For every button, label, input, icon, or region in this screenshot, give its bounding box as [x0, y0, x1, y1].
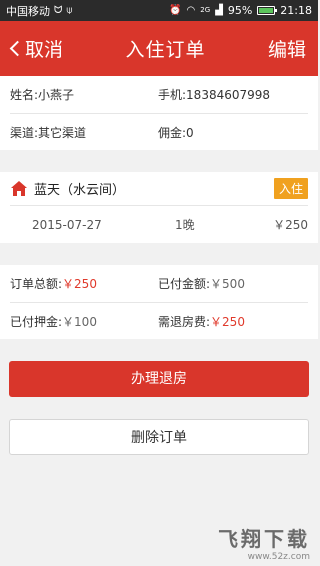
guest-info-row: 渠道:其它渠道 佣金:0: [10, 113, 308, 150]
paid-deposit: 已付押金:￥100: [10, 313, 158, 330]
battery-icon: [257, 6, 278, 15]
paid-amount-value: ￥500: [210, 277, 245, 291]
clock: 21:18: [280, 4, 312, 17]
paid-deposit-value: ￥100: [62, 314, 97, 329]
house-icon: [11, 181, 27, 196]
watermark: 飞翔下载 www.52z.com: [218, 523, 310, 562]
paid-deposit-label: 已付押金:: [10, 314, 63, 329]
paid-amount: 已付金额:￥500: [158, 275, 308, 292]
payment-row: 订单总额:￥250 已付金额:￥500: [10, 265, 308, 302]
page-title: 入住订单: [125, 39, 206, 61]
watermark-url: www.52z.com: [247, 552, 310, 562]
refund-fee-label: 需退房费:: [158, 314, 211, 329]
guest-channel: 渠道:其它渠道: [10, 125, 87, 140]
guest-commission: 佣金:0: [158, 125, 194, 140]
refund-fee-value: ￥250: [210, 314, 245, 329]
delete-order-button[interactable]: 删除订单: [9, 419, 309, 455]
checkout-button[interactable]: 办理退房: [9, 361, 309, 397]
edit-button[interactable]: 编辑: [268, 35, 310, 62]
room-card[interactable]: 蓝天（水云间） 入住 2015-07-27 1晚 ￥250: [0, 172, 318, 243]
paid-amount-label: 已付金额:: [158, 277, 211, 291]
guest-info-card: 姓名:小燕子 手机:18384607998 渠道:其它渠道 佣金:0: [0, 76, 318, 150]
stay-nights: 1晚: [175, 218, 195, 232]
battery-percent: 95%: [227, 4, 253, 17]
status-badge: 入住: [273, 178, 308, 199]
order-total: 订单总额:￥250: [10, 275, 158, 292]
watermark-title: 飞翔下载: [218, 527, 310, 551]
wifi-icon: ◠: [186, 4, 196, 16]
cancel-button[interactable]: 取消: [8, 35, 63, 62]
nav-bar: 取消 入住订单 编辑: [0, 21, 318, 76]
cancel-label: 取消: [25, 39, 64, 61]
network-type-label: 2G: [200, 6, 211, 14]
signal-icon: ▟: [215, 4, 223, 16]
guest-info-row: 姓名:小燕子 手机:18384607998: [10, 76, 308, 113]
order-total-label: 订单总额:: [10, 277, 63, 291]
payment-card: 订单总额:￥250 已付金额:￥500 已付押金:￥100 需退房费:￥250: [0, 265, 318, 339]
alarm-icon: ⏰: [169, 4, 182, 16]
chevron-left-icon: [9, 40, 26, 57]
refund-fee: 需退房费:￥250: [158, 313, 308, 330]
room-stay-row: 2015-07-27 1晚 ￥250: [10, 206, 308, 243]
status-bar: 中国移动 ᗢ ⍦ ⏰ ◠ 2G ▟ 95% 21:18: [0, 0, 318, 21]
room-header: 蓝天（水云间） 入住: [10, 172, 308, 206]
stay-price: ￥250: [273, 218, 308, 232]
guest-phone: 手机:18384607998: [158, 88, 271, 102]
usb-icon: ⍦: [66, 4, 73, 16]
stay-date: 2015-07-27: [32, 217, 102, 232]
room-name: 蓝天（水云间）: [34, 183, 126, 198]
cat-icon: ᗢ: [54, 4, 63, 16]
carrier-label: 中国移动: [6, 4, 50, 18]
order-total-value: ￥250: [62, 277, 97, 291]
guest-name: 姓名:小燕子: [10, 88, 75, 102]
payment-row: 已付押金:￥100 需退房费:￥250: [10, 302, 308, 339]
